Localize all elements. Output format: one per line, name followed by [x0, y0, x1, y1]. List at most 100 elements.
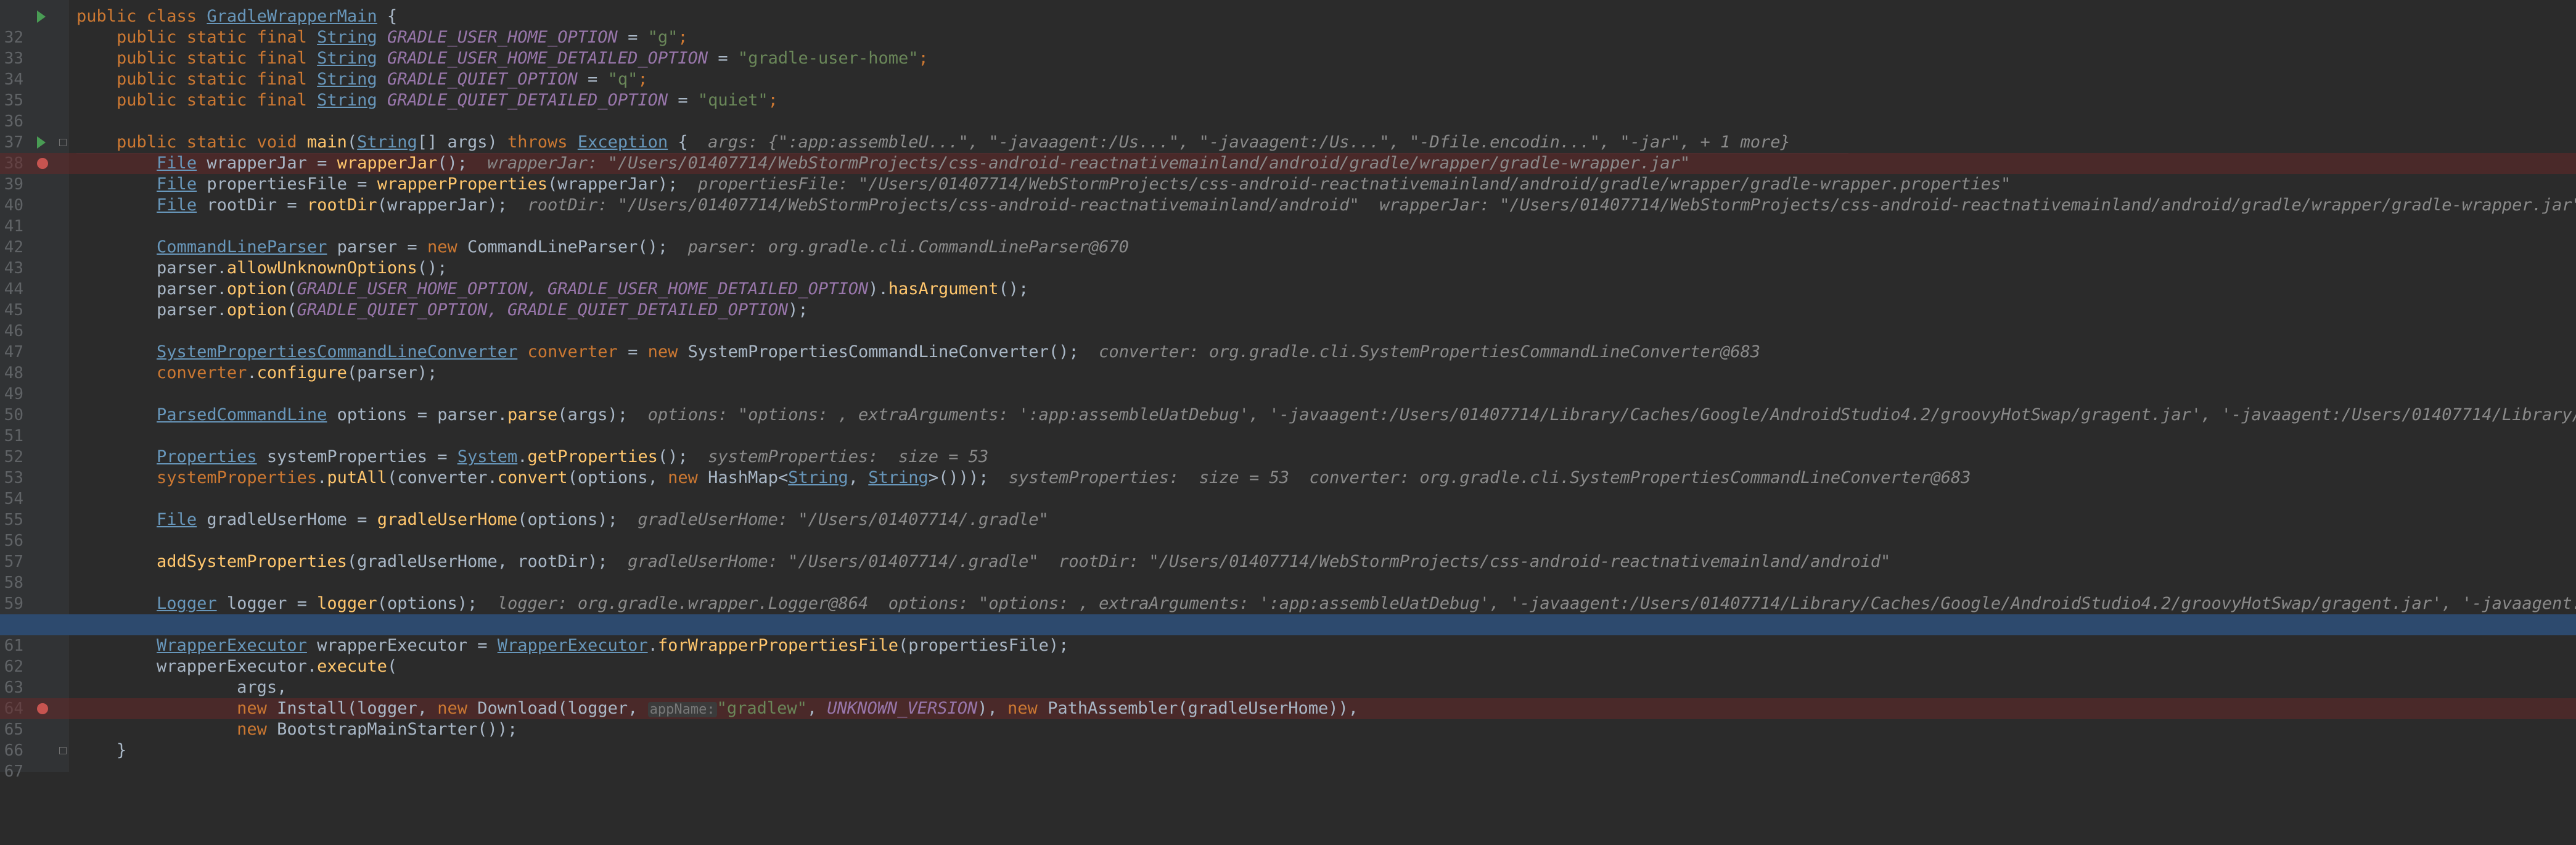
- code-token: public static void: [76, 133, 307, 152]
- code-line-41[interactable]: 41 File rootDir = rootDir(wrapperJar); r…: [0, 195, 2576, 236]
- code-line-52[interactable]: 52: [0, 426, 2576, 466]
- type-link[interactable]: String: [317, 49, 377, 68]
- code-line-40[interactable]: 40 File propertiesFile = wrapperProperti…: [0, 174, 2576, 215]
- method-name: addSystemProperties: [157, 552, 347, 571]
- code-line-49[interactable]: 49 converter.configure(parser);: [0, 363, 2576, 403]
- type-link[interactable]: File: [157, 510, 197, 529]
- code-token: GRADLE_QUIET_OPTION: [377, 70, 578, 89]
- method-name: wrapperProperties: [377, 175, 548, 194]
- code-line-57[interactable]: 57: [0, 530, 2576, 571]
- code-token: gradleUserHome =: [197, 510, 377, 529]
- code-line-39[interactable]: 39 File wrapperJar = wrapperJar(); wrapp…: [0, 153, 2576, 194]
- string-literal: "gradlew": [716, 699, 807, 718]
- method-name: option: [226, 279, 287, 299]
- code-line-53[interactable]: 53 Properties systemProperties = System.…: [0, 447, 2576, 487]
- code-token: CommandLineParser: [467, 237, 638, 257]
- type-link[interactable]: String: [357, 133, 417, 152]
- code-line-55[interactable]: 55: [0, 488, 2576, 529]
- code-token: ();: [638, 237, 688, 257]
- type-link[interactable]: System: [457, 447, 518, 466]
- code-token: (options,: [567, 468, 668, 487]
- method-name: option: [226, 300, 287, 319]
- code-line-48[interactable]: 48 SystemPropertiesCommandLineConverter …: [0, 342, 2576, 382]
- string-literal: "g": [647, 28, 678, 47]
- code-line-45[interactable]: 45 parser.option(GRADLE_USER_HOME_OPTION…: [0, 279, 2576, 319]
- code-line-50[interactable]: 50: [0, 384, 2576, 424]
- code-line-35[interactable]: 35 public static final String GRADLE_QUI…: [0, 69, 2576, 110]
- type-link[interactable]: File: [157, 154, 197, 173]
- code-line-62[interactable]: 62 WrapperExecutor wrapperExecutor = Wra…: [0, 635, 2576, 676]
- type-link[interactable]: Properties: [157, 447, 257, 466]
- type-link[interactable]: String: [868, 468, 929, 487]
- code-line-34[interactable]: 34 public static final String GRADLE_USE…: [0, 48, 2576, 89]
- string-literal: "gradle-user-home": [737, 49, 919, 68]
- code-line-54[interactable]: 54 systemProperties.putAll(converter.con…: [0, 468, 2576, 508]
- code-line-44[interactable]: 44 parser.allowUnknownOptions();: [0, 258, 2576, 299]
- run-icon[interactable]: [37, 136, 46, 149]
- code-token: (converter.: [387, 468, 498, 487]
- type-link[interactable]: File: [157, 196, 197, 215]
- breakpoint-icon[interactable]: [37, 703, 48, 714]
- code-line-32[interactable]: 32 public class GradleWrapperMain {: [0, 6, 2576, 47]
- code-token: ();: [417, 258, 448, 278]
- code-editor[interactable]: 32 public class GradleWrapperMain { 33 p…: [0, 0, 2576, 781]
- fold-icon[interactable]: [59, 139, 67, 146]
- code-line-43[interactable]: 43 CommandLineParser parser = new Comman…: [0, 237, 2576, 278]
- code-token: (gradleUserHome)),: [1178, 699, 1359, 718]
- code-line-42[interactable]: 42: [0, 216, 2576, 257]
- code-token: ;: [638, 70, 648, 89]
- code-token: new: [668, 468, 708, 487]
- type-link[interactable]: String: [317, 28, 377, 47]
- code-line-64[interactable]: 64 args,: [0, 677, 2576, 718]
- code-token: PathAssembler: [1048, 699, 1178, 718]
- parameter-name-hint: appName:: [647, 702, 717, 717]
- code-token: parser.: [76, 258, 227, 278]
- code-line-37[interactable]: 37: [0, 111, 2576, 152]
- type-link[interactable]: Exception: [578, 133, 668, 152]
- code-line-38[interactable]: 38 public static void main(String[] args…: [0, 132, 2576, 173]
- code-line-65[interactable]: 65 new Install(logger, new Download(logg…: [0, 698, 2576, 739]
- debug-inline-value: gradleUserHome: "/Users/01407714/.gradle…: [638, 510, 1049, 529]
- breakpoint-icon[interactable]: [37, 158, 48, 169]
- type-link[interactable]: ParsedCommandLine: [157, 405, 327, 424]
- type-link[interactable]: Logger: [157, 594, 217, 613]
- code-token: systemProperties: [76, 468, 318, 487]
- method-name: wrapperJar: [337, 154, 438, 173]
- code-line-56[interactable]: 56 File gradleUserHome = gradleUserHome(…: [0, 509, 2576, 550]
- code-line-63[interactable]: 63 wrapperExecutor.execute(: [0, 656, 2576, 697]
- code-token: parser =: [327, 237, 427, 257]
- code-line-67[interactable]: 67 }: [0, 740, 2576, 781]
- code-token: (wrapperJar);: [548, 175, 698, 194]
- code-line-46[interactable]: 46 parser.option(GRADLE_QUIET_OPTION, GR…: [0, 300, 2576, 340]
- type-link[interactable]: String: [788, 468, 848, 487]
- type-link[interactable]: WrapperExecutor: [498, 636, 648, 655]
- type-link[interactable]: String: [317, 70, 377, 89]
- code-token: {: [668, 133, 708, 152]
- type-link[interactable]: CommandLineParser: [157, 237, 327, 257]
- code-line-61-current[interactable]: 61: [0, 614, 2576, 655]
- type-link[interactable]: SystemPropertiesCommandLineConverter: [157, 342, 517, 361]
- code-line-33[interactable]: 33 public static final String GRADLE_USE…: [0, 27, 2576, 68]
- code-token: (wrapperJar);: [377, 196, 528, 215]
- code-line-60[interactable]: 60 Logger logger = logger(options); logg…: [0, 593, 2576, 634]
- fold-icon[interactable]: [59, 747, 67, 754]
- run-icon[interactable]: [37, 10, 46, 23]
- code-line-36[interactable]: 36 public static final String GRADLE_QUI…: [0, 90, 2576, 131]
- type-link[interactable]: File: [157, 175, 197, 194]
- code-line-51[interactable]: 51 ParsedCommandLine options = parser.pa…: [0, 405, 2576, 445]
- type-link[interactable]: WrapperExecutor: [157, 636, 307, 655]
- type-link[interactable]: String: [317, 91, 377, 110]
- code-line-66[interactable]: 66 new BootstrapMainStarter());: [0, 719, 2576, 760]
- code-line-58[interactable]: 58 addSystemProperties(gradleUserHome, r…: [0, 551, 2576, 592]
- class-name-link[interactable]: GradleWrapperMain: [207, 7, 377, 26]
- code-line-59[interactable]: 59: [0, 572, 2576, 613]
- code-token: SystemPropertiesCommandLineConverter: [687, 342, 1049, 361]
- code-token: wrapperJar =: [197, 154, 337, 173]
- debug-inline-value: parser: org.gradle.cli.CommandLineParser…: [687, 237, 1129, 257]
- code-line-47[interactable]: 47: [0, 321, 2576, 361]
- code-token: (gradleUserHome, rootDir);: [347, 552, 628, 571]
